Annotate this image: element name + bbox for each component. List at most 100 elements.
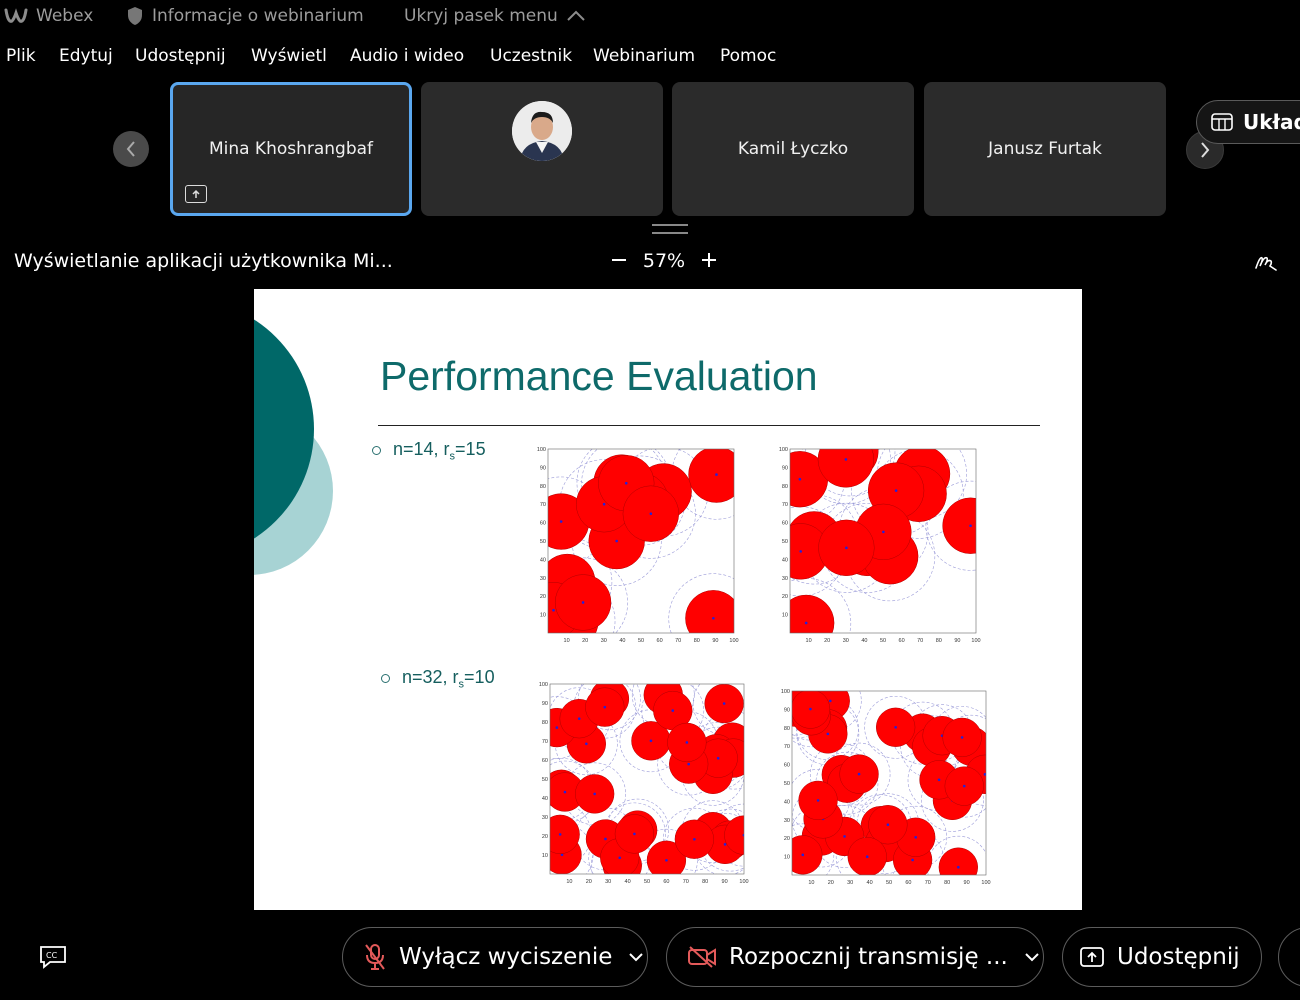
sensor-node: [843, 835, 846, 838]
sensor-node: [577, 717, 581, 720]
hide-menu-bar-button[interactable]: Ukryj pasek menu: [404, 6, 586, 26]
x-tick-label: 60: [657, 638, 663, 644]
sensor-node: [957, 865, 960, 869]
y-tick-label: 50: [782, 539, 788, 545]
sensor-node: [798, 477, 802, 481]
y-tick-label: 100: [781, 689, 790, 695]
zoom-out-button[interactable]: [604, 248, 634, 274]
y-tick-label: 10: [540, 613, 546, 619]
sensor-node: [894, 489, 898, 492]
x-tick-label: 90: [954, 638, 960, 644]
sharing-icon: [185, 185, 207, 203]
sensor-node: [914, 835, 917, 839]
chevron-down-icon[interactable]: [1024, 952, 1040, 962]
closed-captions-button[interactable]: CC: [38, 944, 68, 974]
shield-icon: [128, 7, 142, 25]
y-tick-label: 40: [784, 799, 790, 805]
slide-title: Performance Evaluation: [380, 353, 818, 399]
x-tick-label: 10: [564, 638, 570, 644]
y-tick-label: 100: [539, 682, 548, 688]
y-tick-label: 80: [782, 484, 788, 490]
x-tick-label: 90: [964, 880, 970, 886]
y-tick-label: 60: [540, 521, 546, 527]
sensor-node: [687, 762, 690, 766]
zoom-control: 57%: [604, 248, 724, 274]
x-tick-label: 40: [619, 638, 625, 644]
menu-view[interactable]: Wyświetl: [251, 46, 327, 66]
sensor-node: [809, 707, 812, 711]
sensor-node: [865, 855, 869, 858]
video-off-icon: [687, 945, 717, 969]
x-tick-label: 10: [566, 879, 572, 885]
chevron-down-icon[interactable]: [628, 952, 644, 962]
webinar-info-link[interactable]: Informacje o webinarium: [126, 6, 364, 26]
avatar: [512, 101, 572, 161]
y-tick-label: 80: [784, 726, 790, 732]
sensor-node: [715, 473, 718, 476]
menu-help[interactable]: Pomoc: [720, 46, 776, 66]
resize-handle[interactable]: [652, 224, 688, 234]
zoom-in-button[interactable]: [694, 248, 724, 274]
y-tick-label: 30: [782, 576, 788, 582]
menu-share[interactable]: Udostępnij: [135, 46, 226, 66]
bullet-icon: [372, 446, 381, 456]
sensor-node: [693, 837, 696, 841]
sensor-node: [559, 520, 563, 523]
coverage-plot: 10 10 20 20 30 30 40 40 50 50 60 60 70 70 80 80 90 90 100 1…: [539, 682, 749, 885]
coverage-plot: 10 10 20 20 30 30 40 40 50 50 60 60 70 70 80 80 90 90 100 1…: [537, 447, 739, 644]
more-controls-button[interactable]: [1278, 927, 1300, 987]
y-tick-label: 40: [540, 557, 546, 563]
share-button[interactable]: Udostępnij: [1062, 927, 1262, 987]
coverage-disks: [790, 449, 976, 633]
annotate-button[interactable]: [1254, 250, 1278, 276]
sensor-node: [581, 601, 585, 604]
sensor-node: [624, 481, 628, 485]
x-tick-label: 100: [971, 638, 980, 644]
layout-label: Układ: [1243, 110, 1300, 134]
y-tick-label: 40: [782, 557, 788, 563]
y-tick-label: 90: [784, 707, 790, 713]
sensor-node: [826, 732, 830, 736]
annotate-pen-icon: [1255, 256, 1277, 271]
bullet-text: n=14, rs=15: [393, 439, 486, 463]
y-tick-label: 50: [540, 539, 546, 545]
sensor-node: [801, 853, 805, 857]
previous-participants-button[interactable]: [113, 131, 149, 167]
x-tick-label: 50: [644, 879, 650, 885]
x-tick-label: 10: [806, 638, 812, 644]
x-tick-label: 40: [867, 880, 873, 886]
zoom-level: 57%: [642, 250, 686, 272]
unmute-button[interactable]: Wyłącz wyciszenie: [342, 927, 648, 987]
menu-audio-video[interactable]: Audio i wideo: [350, 46, 464, 66]
chevron-up-icon: [567, 10, 585, 21]
chevron-left-icon: [126, 141, 135, 157]
app-brand: Webex: [4, 6, 93, 26]
menu-participant[interactable]: Uczestnik: [490, 46, 572, 66]
slide-title-rule: [378, 425, 1040, 426]
chevron-right-icon: [1201, 142, 1210, 158]
coverage-plot: 10 10 20 20 30 30 40 40 50 50 60 60 70 70 80 80 90 90 100 1…: [781, 689, 991, 886]
sensor-node: [685, 741, 689, 744]
decorative-circles: [254, 319, 333, 575]
participant-tile[interactable]: Kamil Łyczko: [672, 82, 914, 216]
participant-tile[interactable]: Mina Khoshrangbaf: [170, 82, 412, 216]
start-video-button[interactable]: Rozpocznij transmisję ...: [666, 927, 1044, 987]
sensor-node: [894, 725, 897, 729]
x-tick-label: 40: [861, 638, 867, 644]
sensor-node: [911, 858, 914, 862]
x-tick-label: 50: [880, 638, 886, 644]
y-tick-label: 70: [540, 502, 546, 508]
sensor-node: [960, 736, 964, 739]
webinar-info-label: Informacje o webinarium: [152, 6, 364, 26]
y-tick-label: 90: [542, 701, 548, 707]
menu-webinar[interactable]: Webinarium: [593, 46, 695, 66]
hide-menu-label: Ukryj pasek menu: [404, 6, 558, 26]
sensor-node: [723, 843, 727, 846]
menu-edit[interactable]: Edytuj: [59, 46, 113, 66]
x-tick-label: 30: [605, 879, 611, 885]
x-tick-label: 80: [944, 880, 950, 886]
participant-tile[interactable]: [421, 82, 663, 216]
layout-button[interactable]: Układ: [1196, 100, 1300, 144]
participant-tile[interactable]: Janusz Furtak: [924, 82, 1166, 216]
menu-file[interactable]: Plik: [6, 46, 36, 66]
